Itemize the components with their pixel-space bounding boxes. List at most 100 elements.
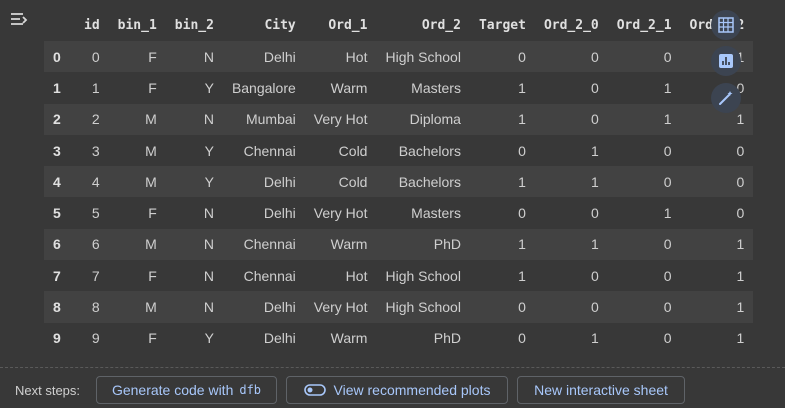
table-cell: 1: [518, 236, 526, 253]
table-cell: Chennai: [243, 236, 296, 253]
table-cell: Masters: [411, 205, 461, 222]
table-cell: 0: [518, 142, 526, 159]
table-cell: F: [148, 267, 157, 284]
row-index: 6: [53, 236, 61, 253]
table-cell: 2: [91, 111, 100, 128]
table-cell: 1: [736, 267, 745, 284]
table-cell: Delhi: [263, 299, 296, 316]
table-cell: 6: [91, 236, 100, 253]
table-body: 0 0 F N Delhi Hot High School 0 0 0 1 1 1 F Y Bangalore…: [44, 41, 754, 354]
table-cell: 7: [91, 267, 100, 284]
table-cell: 3: [91, 142, 100, 159]
table-row: 4 4 M Y Delhi Cold Bachelors 1 1 0 0: [44, 166, 754, 198]
generate-code-chip[interactable]: Generate code with dfb: [96, 376, 277, 404]
table-cell: N: [203, 205, 214, 222]
table-cell: 5: [91, 205, 100, 222]
table-cell: 0: [663, 48, 672, 65]
table-cell: F: [148, 330, 157, 347]
filter-list-icon[interactable]: [8, 8, 32, 32]
table-cell: 0: [663, 267, 672, 284]
suggest-charts-button[interactable]: [711, 46, 741, 76]
column-header: bin_2: [174, 18, 214, 33]
table-cell: 1: [590, 330, 599, 347]
table-cell: F: [148, 79, 157, 96]
table-cell: Delhi: [263, 330, 296, 347]
table-cell: M: [145, 236, 157, 253]
dataframe-var-name: dfb: [239, 383, 262, 397]
table-cell: N: [203, 299, 214, 316]
table-cell: M: [145, 299, 157, 316]
row-index: 7: [53, 267, 61, 284]
table-cell: N: [203, 236, 214, 253]
generate-code-label: Generate code with: [111, 382, 234, 398]
table-row: 8 8 M N Delhi Very Hot High School 0 0 0 1: [44, 291, 754, 323]
table-cell: Very Hot: [313, 111, 368, 128]
table-cell: Bachelors: [398, 142, 461, 159]
divider: [0, 367, 785, 368]
column-header: Ord_1: [328, 18, 368, 33]
table-cell: 1: [663, 79, 672, 96]
table-cell: Cold: [338, 173, 368, 190]
column-header: bin_1: [117, 18, 157, 33]
table-cell: Y: [204, 79, 214, 96]
new-interactive-sheet-chip[interactable]: New interactive sheet: [517, 376, 685, 404]
table-cell: PhD: [433, 236, 461, 253]
table-cell: M: [145, 111, 157, 128]
table-cell: 1: [590, 236, 599, 253]
table-row: 2 2 M N Mumbai Very Hot Diploma 1 0 1 1: [44, 103, 754, 135]
table-cell: 0: [736, 173, 745, 190]
next-steps-label: Next steps:: [15, 383, 81, 398]
table-cell: 1: [736, 330, 745, 347]
table-cell: Delhi: [263, 205, 296, 222]
column-header: id: [84, 18, 100, 33]
table-cell: Hot: [345, 48, 368, 65]
table-cell: 0: [518, 48, 526, 65]
table-cell: 0: [590, 79, 599, 96]
column-header: Ord_2_1: [616, 18, 672, 33]
table-cell: Cold: [338, 142, 368, 159]
table-cell: Very Hot: [313, 299, 368, 316]
table-cell: 1: [518, 111, 526, 128]
table-cell: Y: [204, 173, 214, 190]
column-header: Target: [478, 18, 526, 33]
row-index: 5: [53, 205, 61, 222]
table-cell: 1: [663, 111, 672, 128]
row-index: 0: [53, 48, 61, 65]
table-cell: 1: [590, 173, 599, 190]
header-row: id bin_1 bin_2 City Ord_1 Ord_2 Target O…: [44, 10, 753, 41]
index-header: [44, 10, 75, 41]
table-cell: Hot: [345, 267, 368, 284]
table-cell: 0: [663, 299, 672, 316]
table-cell: Delhi: [263, 173, 296, 190]
row-index: 1: [53, 79, 61, 96]
row-index: 4: [53, 173, 61, 190]
table-cell: F: [148, 205, 157, 222]
table-cell: Chennai: [243, 142, 296, 159]
table-cell: 0: [663, 142, 672, 159]
table-icon: [718, 17, 734, 33]
recommended-plots-chip[interactable]: View recommended plots: [286, 376, 508, 404]
table-cell: 0: [518, 205, 526, 222]
table-row: 9 9 F Y Delhi Warm PhD 0 1 0 1: [44, 322, 754, 354]
table-cell: 0: [663, 330, 672, 347]
table-cell: Diploma: [409, 111, 461, 128]
table-cell: 1: [736, 299, 745, 316]
convert-to-table-button[interactable]: [711, 10, 741, 40]
table-row: 7 7 F N Chennai Hot High School 1 0 0 1: [44, 260, 754, 292]
column-header: City: [264, 18, 296, 33]
table-row: 00FNDelhiHotHigh School0001: [44, 41, 754, 73]
table-cell: 0: [518, 330, 526, 347]
column-header: Ord_2: [421, 18, 461, 33]
table-cell: 0: [663, 173, 672, 190]
table-cell: N: [203, 111, 214, 128]
table-cell: 0: [518, 299, 526, 316]
table-cell: 0: [590, 299, 599, 316]
generate-code-button[interactable]: [711, 83, 741, 113]
table-cell: Y: [204, 330, 214, 347]
table-cell: Warm: [330, 79, 368, 96]
new-interactive-sheet-label: New interactive sheet: [534, 382, 668, 398]
table-cell: 1: [590, 142, 599, 159]
recommended-plots-label: View recommended plots: [333, 382, 491, 398]
table-cell: High School: [385, 299, 461, 316]
table-cell: 0: [590, 267, 599, 284]
